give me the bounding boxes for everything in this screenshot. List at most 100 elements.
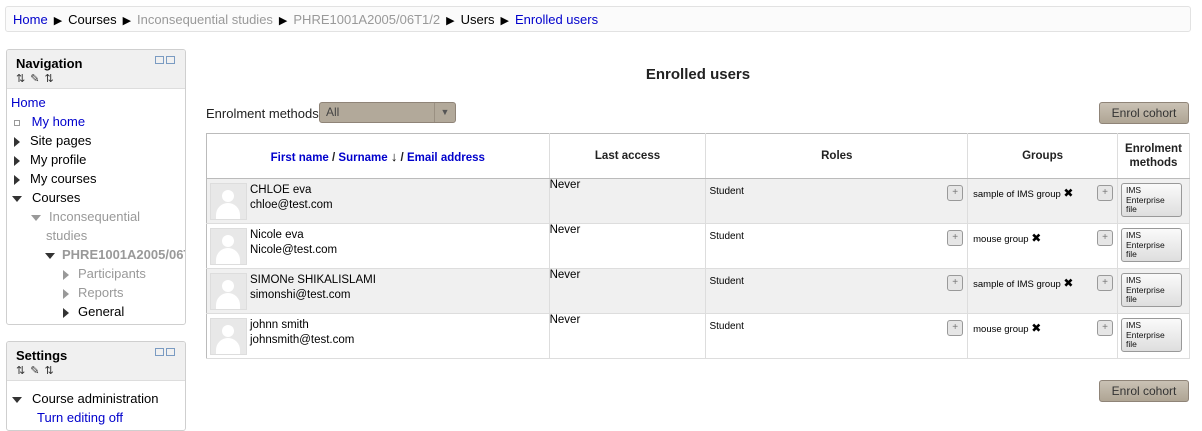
collapse-arrow-icon <box>31 214 41 221</box>
enrol-method-badge[interactable]: IMS Enterprise file <box>1120 183 1182 217</box>
nav-item-category[interactable]: Inconsequential <box>7 207 185 226</box>
groups-cell: mouse group ✖ + <box>968 314 1117 358</box>
settings-course-admin-label: Course administration <box>32 391 159 406</box>
nav-item-my-profile[interactable]: My profile <box>7 150 185 169</box>
user-email: simonshi@test.com <box>250 289 351 301</box>
last-access-cell: Never <box>549 313 707 359</box>
roles-cell: Student + <box>706 314 967 358</box>
roles-cell: Student + <box>706 179 967 223</box>
user-cell: SIMONe SHIKALISLAMI simonshi@test.com <box>207 269 549 313</box>
turn-editing-link[interactable]: Turn editing off <box>37 410 123 425</box>
enrol-methods-select[interactable]: All ▼ <box>319 102 456 123</box>
add-role-icon[interactable]: + <box>947 320 964 336</box>
sort-first-name-link[interactable]: First name <box>271 152 329 164</box>
settings-tree: Course administration Turn editing off <box>7 381 185 427</box>
nav-my-home-link[interactable]: My home <box>32 114 85 129</box>
enrol-methods-selected: All <box>326 105 340 119</box>
breadcrumb-separator: ▶ <box>500 15 509 27</box>
method-line3: file <box>1125 204 1137 214</box>
remove-group-icon[interactable]: ✖ <box>1063 276 1073 290</box>
method-line2: Enterprise <box>1125 239 1165 250</box>
enrol-methods-label: Enrolment methods <box>206 106 319 121</box>
breadcrumb-courses[interactable]: Courses <box>68 12 116 27</box>
user-email: Nicole@test.com <box>250 244 338 256</box>
breadcrumb-course[interactable]: PHRE1001A2005/06T1/2 <box>293 12 440 27</box>
collapse-arrow-icon <box>12 195 22 202</box>
settings-course-admin[interactable]: Course administration <box>7 389 185 408</box>
settings-block-header: Settings ⇅ ✎ ⇅ <box>7 342 185 381</box>
add-role-icon[interactable]: + <box>947 185 964 201</box>
last-access-cell: Never <box>549 223 707 269</box>
nav-item-courses[interactable]: Courses <box>7 188 185 207</box>
nav-item-participants[interactable]: Participants <box>7 264 185 283</box>
breadcrumb-separator: ▶ <box>122 15 132 27</box>
nav-item-my-home[interactable]: My home <box>7 112 185 131</box>
method-line1: IMS <box>1125 275 1142 285</box>
settings-turn-editing[interactable]: Turn editing off <box>7 408 185 427</box>
role-label: Student <box>709 231 744 242</box>
nav-home-link[interactable]: Home <box>11 95 46 110</box>
nav-item-home[interactable]: Home <box>7 93 185 112</box>
user-name[interactable]: CHLOE eva <box>250 184 311 196</box>
nav-item-reports[interactable]: Reports <box>7 283 185 302</box>
avatar[interactable] <box>210 273 247 310</box>
remove-group-icon[interactable]: ✖ <box>1031 321 1041 335</box>
block-collapse-dock-icon[interactable] <box>155 348 175 358</box>
nav-site-pages-label: Site pages <box>30 133 92 148</box>
add-group-icon[interactable]: + <box>1096 230 1113 246</box>
enrolled-users-table: First name / Surname ↓ / Email address L… <box>206 133 1191 359</box>
add-group-icon[interactable]: + <box>1096 275 1113 291</box>
add-role-icon[interactable]: + <box>947 275 964 291</box>
avatar[interactable] <box>210 318 247 355</box>
enrol-method-badge[interactable]: IMS Enterprise file <box>1120 318 1182 352</box>
enrol-methods-header-line1: Enrolment <box>1125 143 1182 155</box>
collapse-arrow-icon <box>45 252 55 259</box>
group-label: mouse group <box>973 324 1029 335</box>
user-name[interactable]: Nicole eva <box>250 229 304 241</box>
remove-group-icon[interactable]: ✖ <box>1063 186 1073 200</box>
block-move-icons[interactable]: ⇅ ✎ ⇅ <box>16 364 55 377</box>
enrol-method-badge[interactable]: IMS Enterprise file <box>1120 273 1182 307</box>
last-access-cell: Never <box>549 268 707 314</box>
nav-participants-label: Participants <box>78 266 146 281</box>
nav-item-site-pages[interactable]: Site pages <box>7 131 185 150</box>
roles-cell: Student + <box>706 269 967 313</box>
roles-header: Roles <box>705 133 969 179</box>
nav-item-course[interactable]: PHRE1001A2005/06T1/ <box>7 245 185 264</box>
settings-block-title: Settings <box>16 348 68 363</box>
remove-group-icon[interactable]: ✖ <box>1031 231 1041 245</box>
enrol-method-badge[interactable]: IMS Enterprise file <box>1120 228 1182 262</box>
block-collapse-dock-icon[interactable] <box>155 56 175 66</box>
nav-category-label-line2: studies <box>46 228 88 243</box>
nav-category-label-line1: Inconsequential <box>49 209 141 224</box>
expand-arrow-icon <box>63 269 69 280</box>
avatar[interactable] <box>210 183 247 220</box>
add-role-icon[interactable]: + <box>947 230 964 246</box>
nav-item-my-courses[interactable]: My courses <box>7 169 185 188</box>
add-group-icon[interactable]: + <box>1096 320 1113 336</box>
sort-surname-link[interactable]: Surname <box>338 152 387 164</box>
enrol-cohort-button-top[interactable]: Enrol cohort <box>1099 102 1189 124</box>
role-label: Student <box>709 321 744 332</box>
sort-email-link[interactable]: Email address <box>407 152 485 164</box>
breadcrumb-users[interactable]: Users <box>461 12 495 27</box>
group-label: mouse group <box>973 234 1029 245</box>
user-cell: johnn smith johnsmith@test.com <box>207 314 549 358</box>
breadcrumb-enrolled-users[interactable]: Enrolled users <box>515 12 598 27</box>
method-line2: Enterprise <box>1125 284 1165 295</box>
enrol-cohort-button-bottom[interactable]: Enrol cohort <box>1099 380 1189 402</box>
role-label: Student <box>709 276 744 287</box>
breadcrumb-home[interactable]: Home <box>13 12 48 27</box>
add-group-icon[interactable]: + <box>1096 185 1113 201</box>
user-name[interactable]: SIMONe SHIKALISLAMI <box>250 274 376 286</box>
nav-item-general[interactable]: General <box>7 302 185 321</box>
expand-arrow-icon <box>63 307 69 318</box>
breadcrumb-separator: ▶ <box>278 15 288 27</box>
user-email: chloe@test.com <box>250 199 333 211</box>
user-name[interactable]: johnn smith <box>250 319 309 331</box>
avatar[interactable] <box>210 228 247 265</box>
user-cell: Nicole eva Nicole@test.com <box>207 224 549 268</box>
method-line1: IMS <box>1125 230 1142 240</box>
breadcrumb-category[interactable]: Inconsequential studies <box>137 12 273 27</box>
collapse-arrow-icon <box>12 396 22 403</box>
